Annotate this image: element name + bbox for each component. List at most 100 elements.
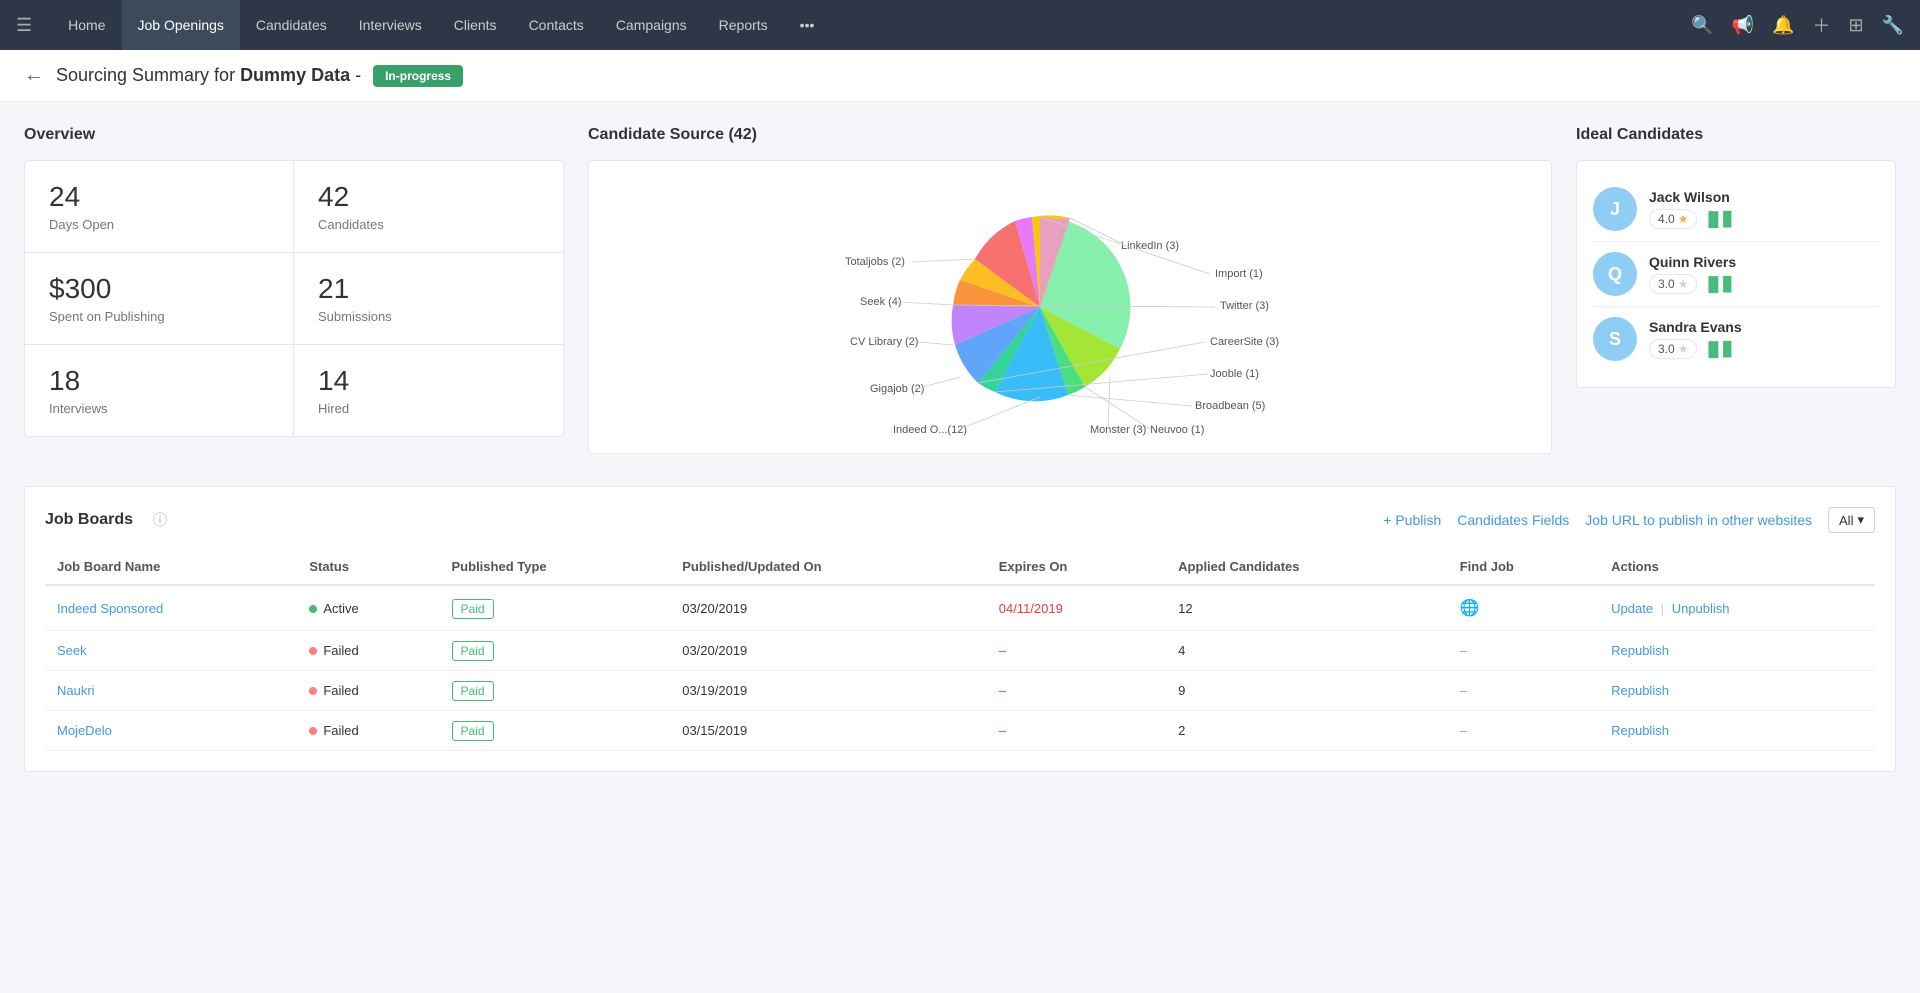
- candidate-name-quinn-rivers: Quinn Rivers: [1649, 254, 1879, 270]
- table-row-seek: Seek Failed Paid 03/20/2019 – 4 – Republ…: [45, 631, 1875, 671]
- overview-days-open: 24 Days Open: [25, 161, 294, 253]
- col-expires-on: Expires On: [987, 549, 1166, 585]
- col-published-on: Published/Updated On: [670, 549, 987, 585]
- published-type-seek: Paid: [440, 631, 671, 671]
- back-button[interactable]: ←: [24, 64, 44, 87]
- job-boards-title: Job Boards: [45, 511, 133, 529]
- nav-campaigns[interactable]: Campaigns: [600, 0, 703, 50]
- find-job-mojedelo: –: [1448, 711, 1599, 751]
- published-on-indeed: 03/20/2019: [670, 585, 987, 631]
- republish-link-naukri[interactable]: Republish: [1611, 683, 1669, 698]
- filter-dropdown[interactable]: All ▾: [1828, 507, 1875, 533]
- col-applied-candidates: Applied Candidates: [1166, 549, 1448, 585]
- svg-text:Monster (3): Monster (3): [1090, 424, 1146, 436]
- globe-icon[interactable]: 🌐: [1460, 600, 1480, 617]
- nav-home[interactable]: Home: [52, 0, 121, 50]
- rating-badge-sandra-evans: 3.0 ★: [1649, 339, 1697, 359]
- chevron-down-icon: ▾: [1857, 512, 1864, 528]
- status-naukri: Failed: [297, 671, 439, 711]
- job-board-link-indeed[interactable]: Indeed Sponsored: [57, 601, 163, 616]
- find-job-indeed: 🌐: [1448, 585, 1599, 631]
- svg-text:Neuvoo (1): Neuvoo (1): [1150, 424, 1204, 436]
- col-published-type: Published Type: [440, 549, 671, 585]
- expires-on-seek: –: [987, 631, 1166, 671]
- candidate-rating-quinn-rivers: 3.0 ★ ▐▌▊: [1649, 274, 1879, 294]
- settings-icon[interactable]: 🔧: [1882, 15, 1904, 36]
- published-on-naukri: 03/19/2019: [670, 671, 987, 711]
- nav-clients[interactable]: Clients: [438, 0, 513, 50]
- nav-candidates[interactable]: Candidates: [240, 0, 343, 50]
- days-open-label: Days Open: [49, 217, 269, 232]
- status-dot-failed-mojedelo: [309, 727, 317, 735]
- title-dash: -: [350, 65, 361, 85]
- candidate-info-jack-wilson: Jack Wilson 4.0 ★ ▐▌▊: [1649, 189, 1879, 229]
- published-on-seek: 03/20/2019: [670, 631, 987, 671]
- status-dot-failed-seek: [309, 647, 317, 655]
- unpublish-link-indeed[interactable]: Unpublish: [1672, 601, 1730, 616]
- star-icon-quinn-rivers: ★: [1678, 277, 1689, 291]
- menu-icon[interactable]: ☰: [16, 15, 32, 36]
- nav-contacts[interactable]: Contacts: [513, 0, 600, 50]
- svg-text:LinkedIn (3): LinkedIn (3): [1121, 240, 1179, 252]
- status-mojedelo: Failed: [297, 711, 439, 751]
- ideal-candidates-title: Ideal Candidates: [1576, 126, 1896, 144]
- update-link-indeed[interactable]: Update: [1611, 601, 1653, 616]
- publish-button[interactable]: + Publish: [1383, 512, 1441, 528]
- expires-on-indeed: 04/11/2019: [987, 585, 1166, 631]
- candidate-sandra-evans: S Sandra Evans 3.0 ★ ▐▌▊: [1593, 307, 1879, 371]
- overview-grid: 24 Days Open 42 Candidates $300 Spent on…: [24, 160, 564, 437]
- candidate-jack-wilson: J Jack Wilson 4.0 ★ ▐▌▊: [1593, 177, 1879, 242]
- republish-link-seek[interactable]: Republish: [1611, 643, 1669, 658]
- pie-chart-svg: LinkedIn (3) Import (1) Twitter (3) Care…: [840, 177, 1300, 437]
- overview-candidates: 42 Candidates: [294, 161, 563, 253]
- actions-mojedelo: Republish: [1599, 711, 1875, 751]
- svg-text:Broadbean (5): Broadbean (5): [1195, 400, 1265, 412]
- expires-on-naukri: –: [987, 671, 1166, 711]
- svg-text:Indeed O...(12): Indeed O...(12): [893, 424, 967, 436]
- rating-value-quinn-rivers: 3.0: [1658, 277, 1675, 291]
- star-icon-jack-wilson: ★: [1678, 212, 1689, 226]
- svg-text:Totaljobs (2): Totaljobs (2): [845, 256, 905, 268]
- overview-section: Overview 24 Days Open 42 Candidates $300…: [24, 126, 564, 454]
- nav-interviews[interactable]: Interviews: [343, 0, 438, 50]
- submissions-value: 21: [318, 273, 539, 305]
- job-board-link-seek[interactable]: Seek: [57, 643, 87, 658]
- nav-icons: 🔍 📢 🔔 ＋ ⊞ 🔧: [1691, 12, 1904, 38]
- candidates-fields-link[interactable]: Candidates Fields: [1457, 512, 1569, 528]
- candidate-source-card: LinkedIn (3) Import (1) Twitter (3) Care…: [588, 160, 1552, 454]
- published-on-mojedelo: 03/15/2019: [670, 711, 987, 751]
- nav-more[interactable]: •••: [784, 0, 831, 50]
- status-seek: Failed: [297, 631, 439, 671]
- filter-label: All: [1839, 513, 1853, 528]
- status-badge: In-progress: [373, 65, 463, 87]
- bell-icon[interactable]: 🔔: [1772, 15, 1794, 36]
- submissions-label: Submissions: [318, 309, 539, 324]
- job-boards-section: Job Boards ⓘ + Publish Candidates Fields…: [24, 486, 1896, 772]
- job-board-link-naukri[interactable]: Naukri: [57, 683, 95, 698]
- job-url-link[interactable]: Job URL to publish in other websites: [1585, 512, 1812, 528]
- rating-value-jack-wilson: 4.0: [1658, 212, 1675, 226]
- candidate-source-title: Candidate Source (42): [588, 126, 1552, 144]
- search-icon[interactable]: 🔍: [1691, 15, 1713, 36]
- nav-job-openings[interactable]: Job Openings: [122, 0, 240, 50]
- ideal-candidates-section: Ideal Candidates J Jack Wilson 4.0 ★ ▐▌▊: [1576, 126, 1896, 454]
- job-board-link-mojedelo[interactable]: MojeDelo: [57, 723, 112, 738]
- bar-chart-icon-jack-wilson: ▐▌▊: [1703, 211, 1734, 228]
- published-type-mojedelo: Paid: [440, 711, 671, 751]
- actions-naukri: Republish: [1599, 671, 1875, 711]
- paid-badge-indeed: Paid: [452, 599, 494, 619]
- svg-text:Jooble (1): Jooble (1): [1210, 368, 1259, 380]
- grid-icon[interactable]: ⊞: [1848, 15, 1863, 36]
- announcement-icon[interactable]: 📢: [1732, 15, 1754, 36]
- job-boards-header: Job Boards ⓘ + Publish Candidates Fields…: [45, 507, 1875, 533]
- main-content: Overview 24 Days Open 42 Candidates $300…: [0, 102, 1920, 796]
- hired-value: 14: [318, 365, 539, 397]
- svg-text:Twitter (3): Twitter (3): [1220, 300, 1269, 312]
- status-indeed: Active: [297, 585, 439, 631]
- nav-reports[interactable]: Reports: [703, 0, 784, 50]
- top-sections: Overview 24 Days Open 42 Candidates $300…: [24, 126, 1896, 454]
- republish-link-mojedelo[interactable]: Republish: [1611, 723, 1669, 738]
- svg-text:CV Library (2): CV Library (2): [850, 336, 918, 348]
- add-icon[interactable]: ＋: [1812, 12, 1830, 38]
- rating-value-sandra-evans: 3.0: [1658, 342, 1675, 356]
